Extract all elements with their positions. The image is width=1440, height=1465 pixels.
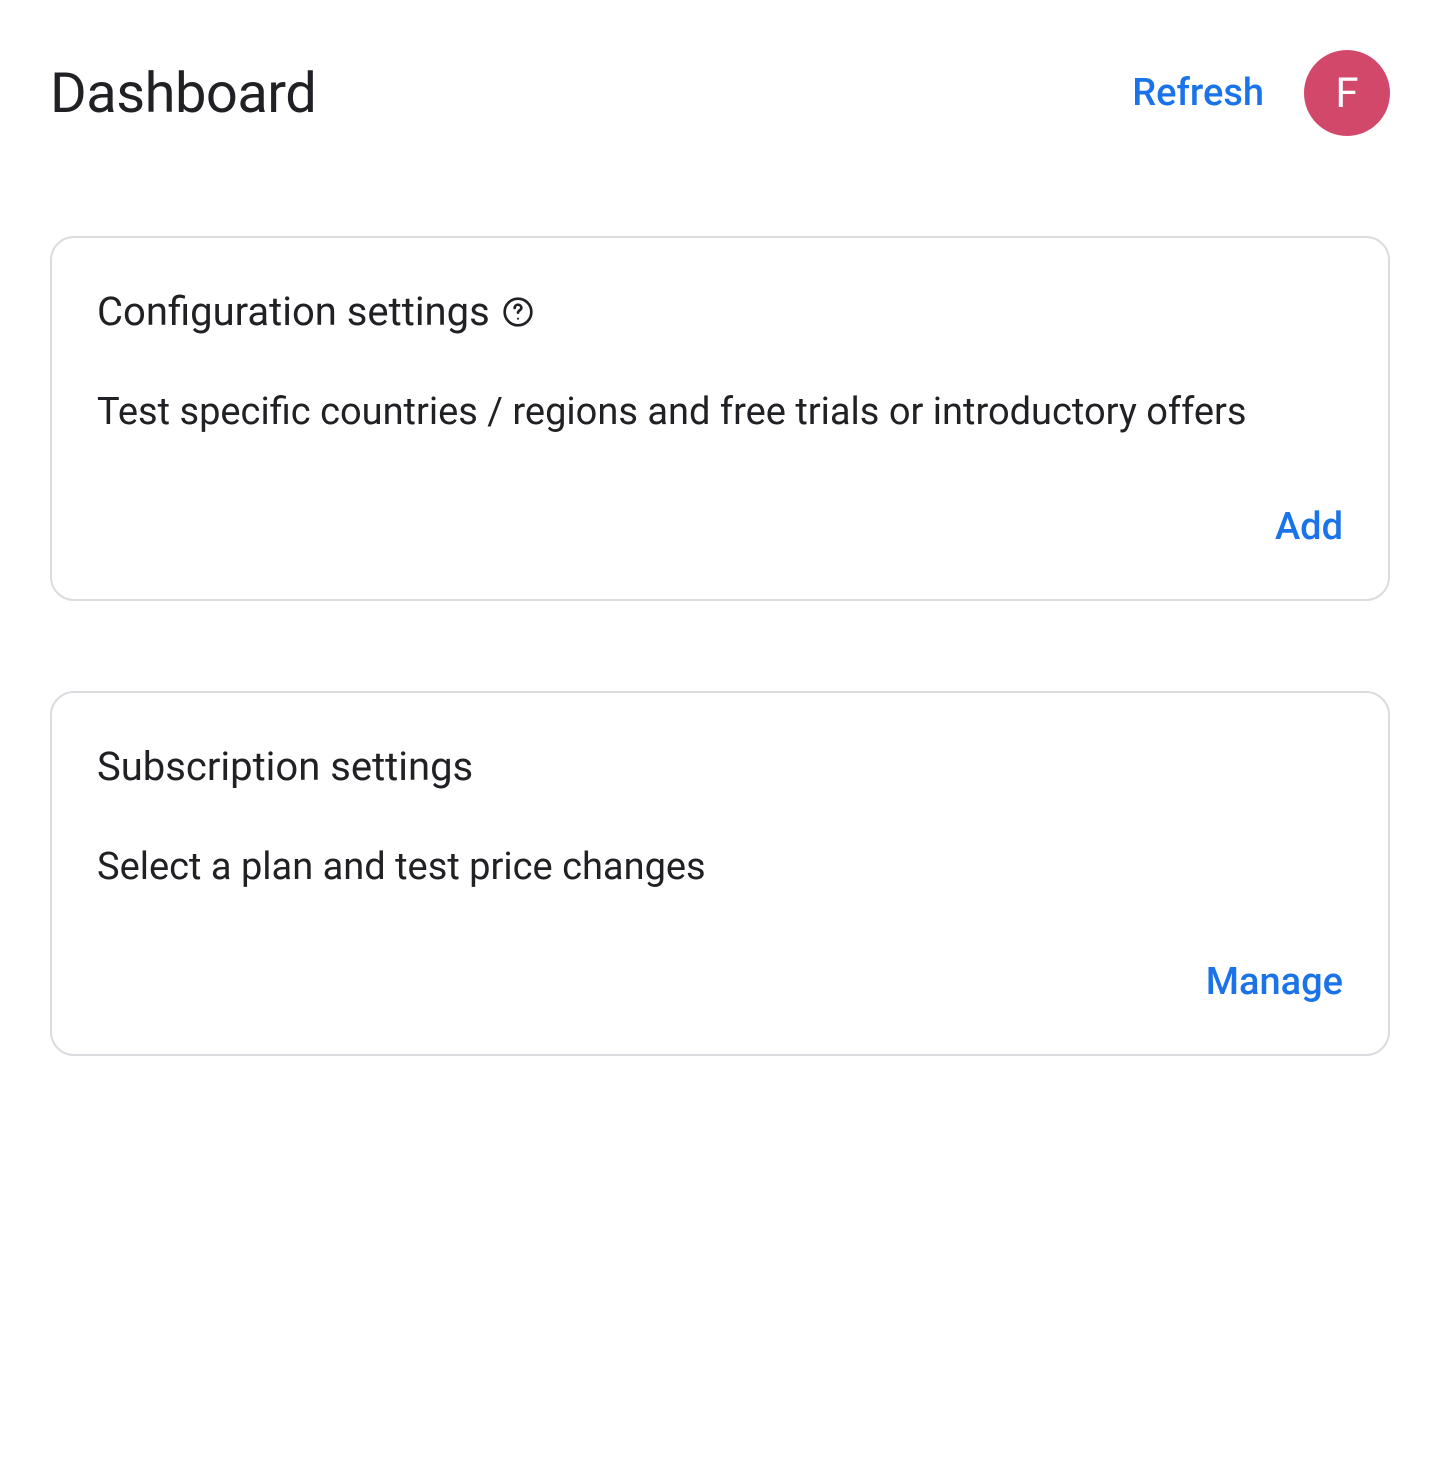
subscription-card-description: Select a plan and test price changes bbox=[97, 840, 1343, 895]
help-icon[interactable] bbox=[502, 296, 534, 328]
configuration-card-description: Test specific countries / regions and fr… bbox=[97, 385, 1343, 440]
manage-button[interactable]: Manage bbox=[1206, 950, 1343, 1014]
subscription-card-title: Subscription settings bbox=[97, 743, 473, 790]
subscription-settings-card: Subscription settings Select a plan and … bbox=[50, 691, 1390, 1056]
card-action-row: Add bbox=[97, 495, 1343, 559]
add-button[interactable]: Add bbox=[1275, 495, 1343, 559]
card-header: Subscription settings bbox=[97, 743, 1343, 790]
refresh-button[interactable]: Refresh bbox=[1132, 71, 1264, 115]
configuration-card-title: Configuration settings bbox=[97, 288, 490, 335]
card-action-row: Manage bbox=[97, 950, 1343, 1014]
page-title: Dashboard bbox=[50, 60, 316, 126]
header: Dashboard Refresh F bbox=[50, 50, 1390, 136]
avatar-letter: F bbox=[1335, 69, 1358, 118]
header-right: Refresh F bbox=[1132, 50, 1390, 136]
card-header: Configuration settings bbox=[97, 288, 1343, 335]
configuration-settings-card: Configuration settings Test specific cou… bbox=[50, 236, 1390, 601]
avatar[interactable]: F bbox=[1304, 50, 1390, 136]
